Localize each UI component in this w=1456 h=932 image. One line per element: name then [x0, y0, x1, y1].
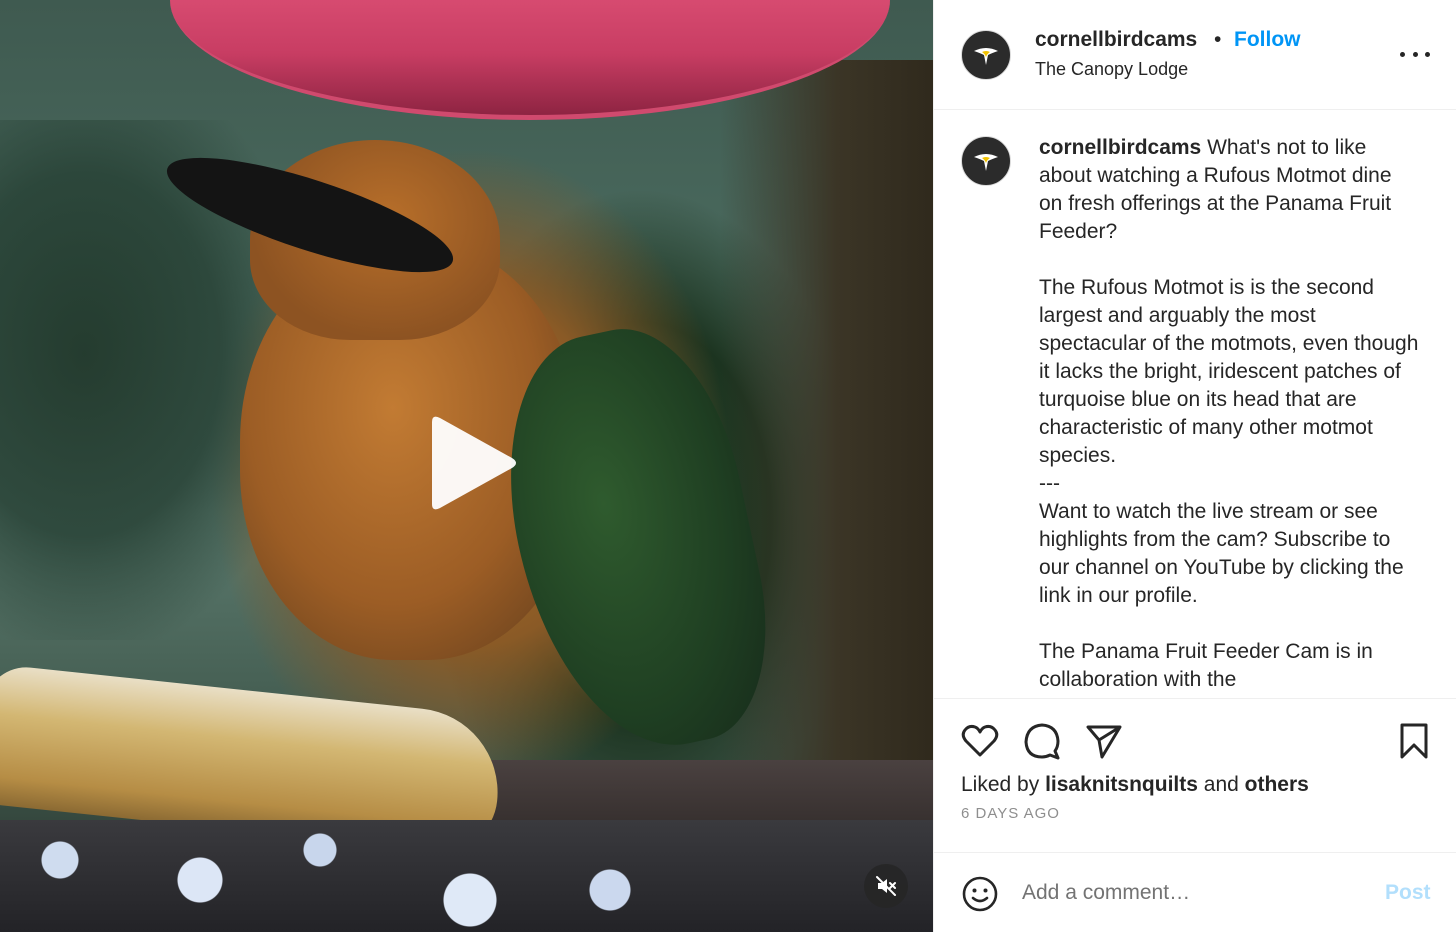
liked-prefix: Liked by — [961, 773, 1046, 796]
video-ground — [0, 820, 933, 932]
liked-user-link[interactable]: lisaknitsnquilts — [1045, 773, 1198, 796]
caption-area: cornellbirdcams What's not to like about… — [934, 110, 1456, 698]
muted-speaker-icon[interactable] — [864, 864, 908, 908]
post-username[interactable]: cornellbirdcams — [1035, 28, 1197, 52]
caption-text: What's not to like about watching a Rufo… — [1039, 136, 1419, 691]
post-timestamp[interactable]: 6 DAYS AGO — [961, 805, 1060, 822]
play-icon[interactable] — [424, 412, 520, 514]
comment-icon[interactable] — [1022, 721, 1062, 761]
more-options-icon[interactable] — [1400, 40, 1430, 68]
video-tree-trunk — [720, 60, 933, 820]
post-header: cornellbirdcams • Follow The Canopy Lodg… — [934, 0, 1456, 110]
post-actions: Liked by lisaknitsnquilts and others 6 D… — [934, 698, 1456, 852]
post-video[interactable] — [0, 0, 933, 932]
comment-box: Post — [934, 852, 1456, 932]
caption-username[interactable]: cornellbirdcams — [1039, 136, 1201, 159]
liked-others-link[interactable]: others — [1245, 773, 1309, 796]
follow-button[interactable]: Follow — [1234, 28, 1301, 52]
post-location[interactable]: The Canopy Lodge — [1035, 59, 1188, 80]
separator-dot: • — [1214, 28, 1222, 51]
comment-input[interactable] — [1022, 873, 1362, 913]
post-comment-button[interactable]: Post — [1385, 881, 1431, 905]
more-dot — [1412, 51, 1418, 57]
more-dot — [1425, 51, 1430, 57]
liked-and: and — [1197, 773, 1245, 796]
likes-summary: Liked by lisaknitsnquilts and others — [961, 773, 1309, 797]
avatar[interactable] — [961, 30, 1011, 80]
bookmark-icon[interactable] — [1394, 721, 1434, 761]
paper-plane-icon[interactable] — [1084, 721, 1124, 761]
caption-avatar[interactable] — [961, 136, 1011, 186]
post-side-panel: cornellbirdcams • Follow The Canopy Lodg… — [933, 0, 1456, 932]
more-dot — [1400, 51, 1405, 57]
smiley-icon[interactable] — [961, 875, 999, 913]
post-caption: cornellbirdcams What's not to like about… — [1039, 134, 1419, 694]
heart-icon[interactable] — [960, 721, 1000, 761]
